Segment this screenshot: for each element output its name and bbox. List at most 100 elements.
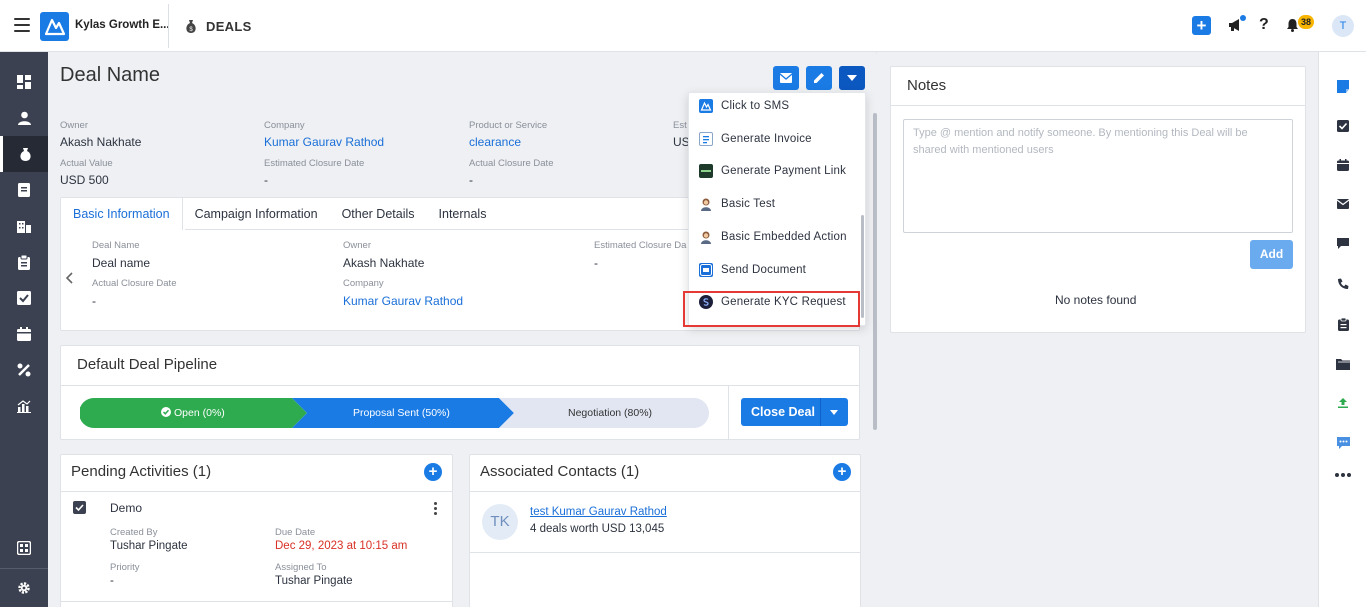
deal-title: Deal Name: [60, 64, 161, 86]
field-label: Owner: [343, 240, 371, 251]
product-link[interactable]: clearance: [469, 135, 521, 149]
check-circle-icon: [161, 407, 171, 417]
money-bag-icon: $: [184, 19, 198, 34]
menu-item-label: Generate Invoice: [721, 133, 812, 145]
email-icon[interactable]: [1319, 192, 1366, 216]
company-link[interactable]: Kumar Gaurav Rathod: [343, 294, 463, 308]
menu-item-send-document[interactable]: Send Document: [689, 254, 859, 286]
contact-name-link[interactable]: test Kumar Gaurav Rathod: [530, 506, 667, 518]
divider: [891, 105, 1305, 106]
field-label: Company: [343, 278, 384, 289]
chevron-down-icon[interactable]: [830, 410, 838, 415]
add-note-button[interactable]: Add: [1250, 240, 1293, 269]
stage-open-label[interactable]: Open (0%): [174, 407, 225, 419]
company-link[interactable]: Kumar Gaurav Rathod: [264, 135, 384, 149]
folder-icon[interactable]: [1319, 352, 1366, 376]
user-avatar[interactable]: T: [1332, 15, 1354, 37]
field-label: Est: [673, 120, 687, 131]
digio-icon: [699, 263, 713, 277]
nav-divider: [0, 568, 48, 569]
companies-icon[interactable]: [0, 208, 48, 244]
payment-link-icon: [699, 164, 713, 178]
add-activity-button[interactable]: +: [424, 463, 442, 481]
divider: [61, 601, 452, 602]
activity-checkbox[interactable]: [73, 501, 86, 514]
settings-icon[interactable]: [0, 570, 48, 606]
brand-name[interactable]: Kylas Growth E...: [75, 19, 170, 31]
tab-other-details[interactable]: Other Details: [330, 198, 427, 230]
tab-campaign-information[interactable]: Campaign Information: [183, 198, 330, 230]
menu-item-basic-embedded-action[interactable]: Basic Embedded Action: [689, 221, 859, 253]
person-icon: [699, 197, 713, 211]
divider: [61, 491, 452, 492]
more-icon[interactable]: [1319, 463, 1366, 487]
help-icon[interactable]: ?: [1259, 16, 1269, 34]
actual-closure-value: -: [92, 294, 96, 308]
edit-button[interactable]: [806, 66, 832, 90]
more-actions-button[interactable]: [839, 66, 865, 90]
apps-icon[interactable]: [0, 530, 48, 566]
details-tabs: Basic Information Campaign Information O…: [61, 198, 498, 230]
estimated-closure-value: -: [594, 256, 598, 270]
quick-add-button[interactable]: +: [1192, 16, 1211, 35]
analytics-icon[interactable]: [0, 388, 48, 424]
reports-icon[interactable]: [0, 244, 48, 280]
chevron-left-icon[interactable]: [66, 272, 74, 284]
highlight-box: [683, 291, 860, 327]
leads-icon[interactable]: [0, 172, 48, 208]
kebab-menu-icon[interactable]: [434, 502, 437, 517]
invoice-icon: [699, 132, 713, 146]
menu-item-basic-test[interactable]: Basic Test: [689, 188, 859, 220]
kylas-logo-icon[interactable]: [40, 12, 69, 41]
field-label: Actual Closure Date: [469, 158, 554, 169]
calendar-icon[interactable]: [1319, 153, 1366, 177]
menu-item-label: Generate Payment Link: [721, 165, 847, 177]
menu-item-label: Click to SMS: [721, 100, 790, 112]
menu-item-generate-invoice[interactable]: Generate Invoice: [689, 123, 859, 155]
field-label: Owner: [60, 120, 88, 131]
contacts-icon[interactable]: [0, 100, 48, 136]
tasks-icon[interactable]: [0, 280, 48, 316]
stage-negotiation-label[interactable]: Negotiation (80%): [568, 407, 652, 419]
priority-value: -: [110, 575, 114, 587]
calendar-icon[interactable]: [0, 316, 48, 352]
tasks-icon[interactable]: [1319, 114, 1366, 138]
field-label: Company: [264, 120, 305, 131]
upload-icon[interactable]: [1319, 391, 1366, 415]
integrations-icon[interactable]: [0, 352, 48, 388]
field-label: Priority: [110, 562, 140, 573]
clipboard-icon[interactable]: [1319, 312, 1366, 336]
activity-name[interactable]: Demo: [110, 501, 142, 515]
tab-internals[interactable]: Internals: [427, 198, 499, 230]
note-input[interactable]: Type @ mention and notify someone. By me…: [903, 119, 1293, 233]
dashboard-icon[interactable]: [0, 64, 48, 100]
right-rail: [1318, 52, 1366, 607]
owner-value: Akash Nakhate: [60, 135, 142, 149]
owner-value: Akash Nakhate: [343, 256, 425, 270]
divider: [61, 385, 859, 386]
announcement-dot: [1240, 15, 1246, 21]
menu-item-label: Send Document: [721, 264, 807, 276]
menu-item-generate-payment-link[interactable]: Generate Payment Link: [689, 155, 859, 187]
left-sidebar: [0, 52, 48, 607]
close-deal-label: Close Deal: [751, 405, 815, 419]
tab-basic-information[interactable]: Basic Information: [61, 198, 183, 230]
stage-proposal-label[interactable]: Proposal Sent (50%): [353, 407, 450, 419]
created-by-value: Tushar Pingate: [110, 540, 188, 552]
field-label: Estimated Closure Date: [264, 158, 365, 169]
field-label: Due Date: [275, 527, 316, 538]
deals-icon[interactable]: [0, 136, 48, 172]
dropdown-scrollbar[interactable]: [861, 215, 864, 318]
close-deal-button[interactable]: Close Deal: [741, 398, 848, 426]
field-label: Actual Value: [60, 158, 113, 169]
bell-icon[interactable]: [1286, 18, 1299, 32]
notes-icon[interactable]: [1319, 74, 1366, 98]
hamburger-menu-icon[interactable]: [14, 18, 30, 32]
phone-icon[interactable]: [1319, 272, 1366, 296]
message-icon[interactable]: [1319, 431, 1366, 455]
email-button[interactable]: [773, 66, 799, 90]
menu-item-click-to-sms[interactable]: Click to SMS: [689, 90, 859, 122]
add-contact-button[interactable]: +: [833, 463, 851, 481]
chat-icon[interactable]: [1319, 232, 1366, 256]
menu-item-label: Basic Embedded Action: [721, 231, 847, 243]
